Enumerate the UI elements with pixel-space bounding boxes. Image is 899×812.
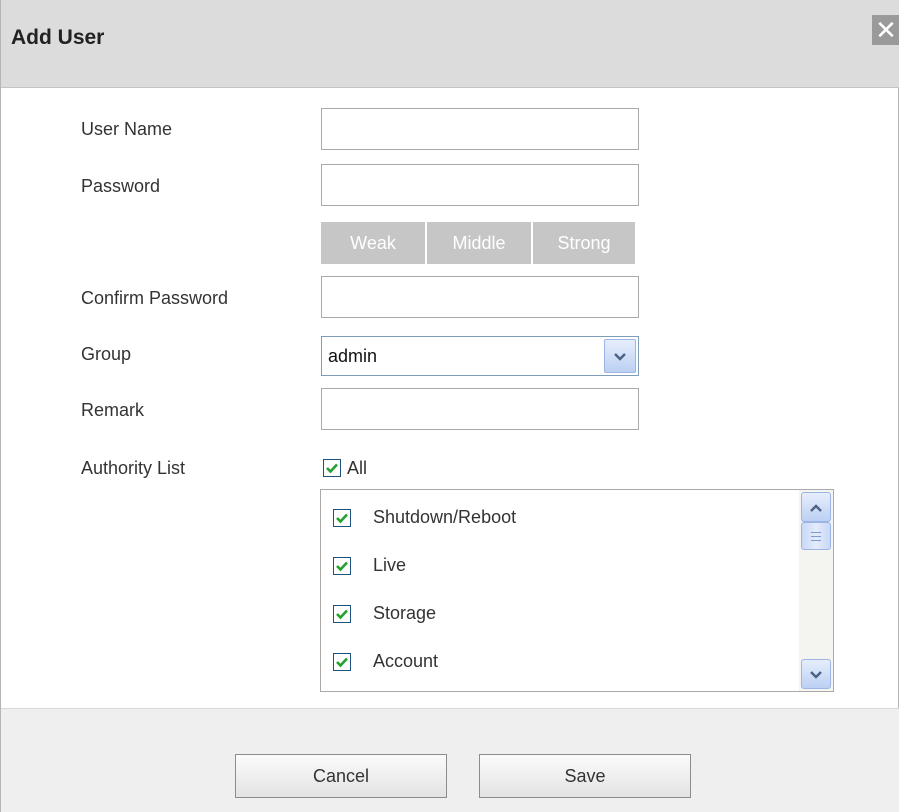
username-input[interactable] [321, 108, 639, 150]
all-checkbox[interactable] [323, 459, 341, 477]
add-user-dialog: Add User ✕ User Name Password Weak Middl… [0, 0, 899, 812]
all-label: All [347, 458, 368, 478]
permission-label: Shutdown/Reboot [373, 507, 517, 527]
permission-checkbox[interactable] [333, 605, 351, 623]
permission-label: Live [373, 555, 407, 575]
group-select[interactable]: admin [321, 336, 639, 376]
checkmark-icon [336, 513, 348, 524]
group-label: Group [81, 344, 132, 364]
permission-checkbox[interactable] [333, 653, 351, 671]
permission-checkbox[interactable] [333, 509, 351, 527]
password-label: Password [81, 176, 161, 196]
permission-checkbox[interactable] [333, 557, 351, 575]
chevron-down-icon[interactable] [604, 339, 636, 373]
username-label: User Name [81, 119, 173, 139]
checkmark-icon [336, 561, 348, 572]
strength-middle: Middle [427, 222, 531, 264]
close-button[interactable]: ✕ [872, 15, 899, 45]
confirm-password-label: Confirm Password [81, 288, 229, 308]
authority-list-label: Authority List [81, 458, 186, 478]
checkmark-icon [326, 463, 338, 474]
scroll-up-button[interactable] [801, 492, 831, 522]
group-selected-value: admin [328, 346, 378, 366]
save-button[interactable]: Save [479, 754, 691, 798]
title-bar: Add User ✕ [1, 0, 899, 88]
dialog-title: Add User [11, 26, 105, 49]
chevron-up-icon [810, 504, 822, 512]
scrollbar-thumb[interactable] [801, 522, 831, 550]
checkmark-icon [336, 609, 348, 620]
permission-label: Account [373, 651, 439, 671]
password-input[interactable] [321, 164, 639, 206]
confirm-password-input[interactable] [321, 276, 639, 318]
remark-input[interactable] [321, 388, 639, 430]
strength-strong: Strong [533, 222, 635, 264]
permission-list: Shutdown/Reboot Live Storage Account [320, 489, 834, 692]
permission-list-scrollbar[interactable] [799, 490, 833, 691]
chevron-down-icon [810, 670, 822, 679]
remark-label: Remark [81, 400, 145, 420]
scroll-down-button[interactable] [801, 659, 831, 689]
checkmark-icon [336, 657, 348, 668]
password-strength-meter: Weak Middle Strong [321, 222, 635, 264]
cancel-button[interactable]: Cancel [235, 754, 447, 798]
strength-weak: Weak [321, 222, 425, 264]
close-icon: ✕ [875, 15, 897, 45]
permission-label: Storage [373, 603, 437, 623]
dialog-footer: Cancel Save [1, 708, 899, 812]
